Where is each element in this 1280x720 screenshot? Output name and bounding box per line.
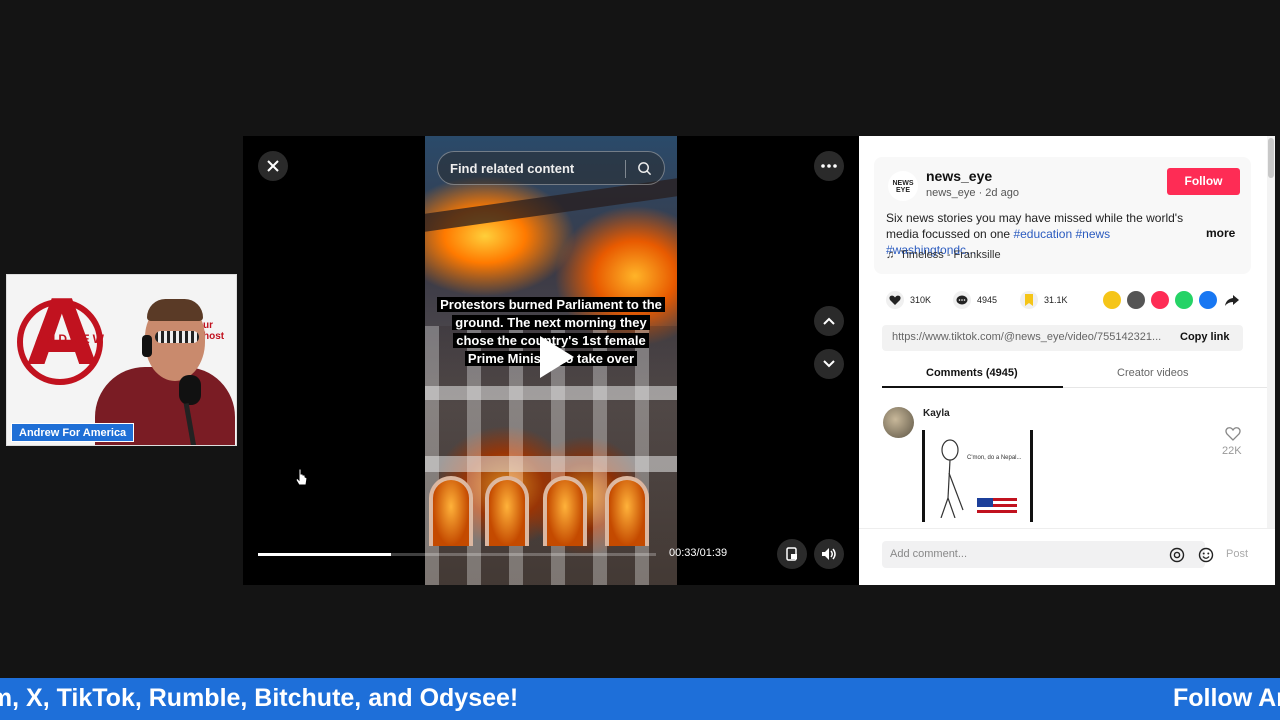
search-input[interactable]: Find related content [437,151,665,185]
video-progress-bar[interactable] [258,553,656,556]
volume-icon [822,548,836,560]
comment-like-count: 22K [1222,445,1242,457]
building-roof [425,178,677,232]
webcam-overlay: A ANDREW ur host Andrew For America [6,274,237,446]
building-arch [429,476,473,546]
more-link[interactable]: more [1206,226,1235,240]
mouse-cursor-icon [295,468,308,486]
comment-input[interactable]: Add comment... [882,541,1214,568]
avatar[interactable]: NEWS EYE [888,171,918,201]
video-player[interactable]: Find related content Protestors burned P… [243,136,859,585]
active-tab-indicator [882,386,1063,388]
share-arrow-icon[interactable] [1223,291,1241,309]
close-button[interactable] [258,151,288,181]
floating-player-button[interactable] [777,539,807,569]
host-hair [147,299,203,321]
video-timecode: 00:33/01:39 [669,547,728,559]
like-stat[interactable]: 310K [886,288,931,312]
music-note-icon: ♫ [886,249,895,261]
microphone-icon [179,375,201,405]
flag-canton [977,498,993,507]
video-info-card: NEWS EYE news_eye news_eye · 2d ago Foll… [874,157,1251,274]
ticker-text: am, X, TikTok, Rumble, Bitchute, and Ody… [0,684,519,712]
heart-icon [886,291,904,309]
close-icon [267,160,279,172]
post-button[interactable]: Post [1226,548,1248,560]
logo-text: ANDREW [35,332,107,346]
host-name-label: Andrew For America [11,423,135,442]
avatar[interactable] [883,407,914,438]
search-divider [625,160,626,178]
comment-composer: Add comment... Post [859,528,1275,585]
building-arch [543,476,587,546]
backdrop-text: ur host [203,320,225,342]
whatsapp-icon[interactable] [1175,291,1193,309]
panel-scrollbar[interactable] [1267,136,1275,585]
video-details-panel: NEWS EYE news_eye news_eye · 2d ago Foll… [859,136,1275,585]
building-arch [485,476,529,546]
send-icon[interactable] [1151,291,1169,309]
building-floor [425,386,677,400]
emoji-icon[interactable] [1198,547,1214,563]
comment-image-text: C'mon, do a Nepal... [967,455,1022,461]
chevron-up-icon [823,317,835,325]
comment-stat[interactable]: 4945 [953,288,997,312]
repost-icon[interactable] [1103,291,1121,309]
follow-button[interactable]: Follow [1167,168,1240,195]
more-icon [821,164,837,168]
favorite-stat[interactable]: 31.1K [1020,288,1068,312]
video-progress-fill [258,553,391,556]
comment-author[interactable]: Kayla [923,408,950,419]
mention-icon[interactable] [1169,547,1185,563]
scrollbar-thumb[interactable] [1268,138,1274,178]
author-name[interactable]: news_eye [926,168,992,184]
comment-icon [953,291,971,309]
music-track[interactable]: ♫ Timeless - Franksille [886,249,1001,261]
building-arch [605,476,649,546]
news-ticker: am, X, TikTok, Rumble, Bitchute, and Ody… [0,678,1280,720]
tab-creator-videos[interactable]: Creator videos [1117,367,1189,379]
flag-icon [977,498,1017,516]
building-floor [425,456,677,472]
video-link-url[interactable]: https://www.tiktok.com/@news_eye/video/7… [892,331,1164,343]
host-glasses [155,331,199,343]
panel-tabs: Comments (4945) Creator videos [882,362,1267,388]
ticker-text-continued: Follow An [1173,684,1280,712]
engagement-stats: 310K 4945 31.1K [874,288,1254,312]
next-video-button[interactable] [814,349,844,379]
floating-player-icon [786,547,797,561]
headset-icon [142,335,152,357]
comment-image[interactable]: C'mon, do a Nepal... [922,430,1033,522]
copy-link-button[interactable]: Copy link [1180,331,1230,343]
desktop-stage: A ANDREW ur host Andrew For America Find… [0,0,1280,720]
bookmark-icon [1020,291,1038,309]
tab-comments[interactable]: Comments (4945) [926,367,1018,379]
volume-button[interactable] [814,539,844,569]
more-options-button[interactable] [814,151,844,181]
play-icon[interactable] [536,334,576,380]
search-icon[interactable] [637,161,652,176]
previous-video-button[interactable] [814,306,844,336]
comment-placeholder: Add comment... [890,548,968,560]
facebook-icon[interactable] [1199,291,1217,309]
comment-like-icon[interactable] [1225,426,1241,442]
search-placeholder: Find related content [450,161,575,176]
video-link-row: https://www.tiktok.com/@news_eye/video/7… [882,325,1243,351]
cartoon-figure-icon [940,439,964,518]
author-handle-date: news_eye · 2d ago [926,187,1019,199]
embed-icon[interactable] [1127,291,1145,309]
chevron-down-icon [823,360,835,368]
